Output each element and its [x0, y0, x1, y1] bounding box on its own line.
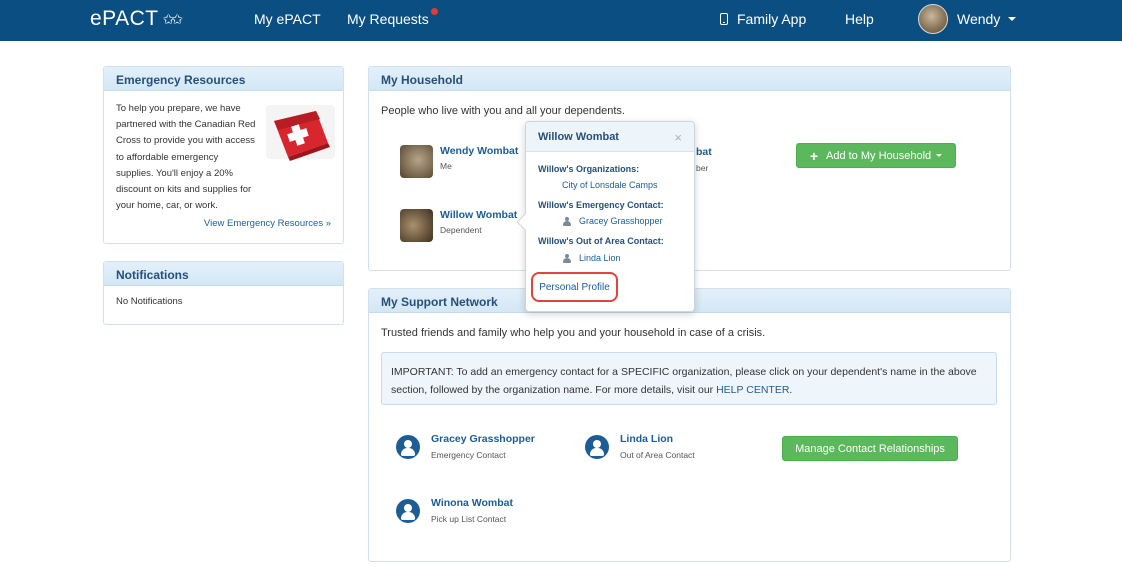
- stars-icon: ✩✩: [162, 10, 184, 27]
- out-of-area-contact-label: Willow's Out of Area Contact:: [538, 236, 664, 246]
- add-to-household-button[interactable]: + Add to My Household: [796, 143, 956, 168]
- out-of-area-contact-name: Linda Lion: [579, 253, 621, 263]
- contact-role: Out of Area Contact: [620, 450, 695, 460]
- avatar: [918, 4, 948, 34]
- contact-person-icon: [396, 435, 420, 459]
- first-aid-kit-icon: [266, 105, 335, 161]
- household-member[interactable]: Wendy Wombat Me: [400, 145, 518, 178]
- support-contact[interactable]: Winona Wombat Pick up List Contact: [396, 497, 513, 524]
- brand-text: ePACT: [90, 7, 159, 30]
- person-icon: [562, 216, 571, 226]
- contact-person-icon: [585, 435, 609, 459]
- organizations-label: Willow's Organizations:: [538, 164, 640, 174]
- organization-link[interactable]: City of Lonsdale Camps: [562, 180, 658, 190]
- contact-person-icon: [396, 499, 420, 523]
- notifications-title: Notifications: [104, 262, 343, 286]
- view-emergency-resources-link[interactable]: View Emergency Resources »: [204, 218, 331, 229]
- user-menu[interactable]: Wendy: [918, 4, 1017, 34]
- nav-my-requests-label: My Requests: [347, 11, 429, 27]
- support-contact[interactable]: Linda Lion Out of Area Contact: [585, 433, 695, 460]
- nav-help[interactable]: Help: [845, 11, 874, 27]
- member-photo: [400, 145, 433, 178]
- nav-my-epact[interactable]: My ePACT: [254, 11, 321, 27]
- hidden-member-name-fragment[interactable]: bat: [696, 146, 712, 158]
- chevron-down-icon: [936, 154, 943, 157]
- support-network-panel: My Support Network Trusted friends and f…: [368, 288, 1011, 562]
- contact-role: Pick up List Contact: [431, 514, 507, 524]
- household-description: People who live with you and all your de…: [381, 105, 625, 117]
- popover-title: Willow Wombat: [538, 131, 619, 143]
- notification-dot-icon: [430, 8, 438, 15]
- person-icon: [562, 253, 571, 263]
- add-to-household-label: Add to My Household: [826, 149, 932, 162]
- notice-text: IMPORTANT: To add an emergency contact f…: [391, 366, 977, 396]
- notifications-panel: Notifications No Notifications: [103, 261, 344, 325]
- nav-family-app[interactable]: Family App: [720, 11, 806, 27]
- nav-my-requests[interactable]: My Requests: [347, 8, 438, 27]
- member-role: Me: [440, 161, 452, 171]
- member-name[interactable]: Wendy Wombat: [440, 145, 518, 157]
- notifications-empty-text: No Notifications: [116, 296, 183, 307]
- personal-profile-link[interactable]: Personal Profile: [531, 272, 618, 302]
- mobile-phone-icon: [720, 13, 728, 25]
- help-center-link[interactable]: HELP CENTER: [716, 384, 789, 396]
- household-member[interactable]: Willow Wombat Dependent: [400, 209, 517, 242]
- epact-logo[interactable]: ePACT ✩✩: [90, 7, 184, 31]
- member-photo: [400, 209, 433, 242]
- emergency-contact-name: Gracey Grasshopper: [579, 216, 663, 226]
- chevron-down-icon: [1008, 17, 1017, 21]
- support-network-description: Trusted friends and family who help you …: [381, 327, 766, 339]
- my-household-title: My Household: [369, 67, 1010, 91]
- close-icon[interactable]: ×: [674, 130, 682, 145]
- hidden-member-role-fragment: ber: [696, 163, 709, 173]
- member-name[interactable]: Willow Wombat: [440, 209, 517, 221]
- contact-name[interactable]: Linda Lion: [620, 433, 695, 445]
- member-role: Dependent: [440, 225, 482, 235]
- out-of-area-contact-link[interactable]: Linda Lion: [562, 253, 621, 263]
- nav-family-app-label: Family App: [737, 11, 807, 27]
- contact-role: Emergency Contact: [431, 450, 506, 460]
- plus-icon: +: [809, 147, 818, 164]
- user-name: Wendy: [957, 11, 1001, 27]
- top-navbar: ePACT ✩✩ My ePACT My Requests Family App…: [0, 0, 1122, 41]
- emergency-contact-link[interactable]: Gracey Grasshopper: [562, 216, 663, 226]
- emergency-contact-label: Willow's Emergency Contact:: [538, 200, 664, 210]
- emergency-resources-text: To help you prepare, we have partnered w…: [116, 103, 256, 212]
- emergency-resources-title: Emergency Resources: [104, 67, 343, 91]
- manage-contact-relationships-button[interactable]: Manage Contact Relationships: [782, 436, 958, 461]
- contact-name[interactable]: Gracey Grasshopper: [431, 433, 535, 445]
- support-contact[interactable]: Gracey Grasshopper Emergency Contact: [396, 433, 535, 460]
- notice-end: .: [789, 384, 793, 396]
- emergency-resources-panel: Emergency Resources To help you prepare,…: [103, 66, 344, 244]
- important-notice: IMPORTANT: To add an emergency contact f…: [381, 352, 997, 405]
- contact-name[interactable]: Winona Wombat: [431, 497, 513, 509]
- willow-details-popover: Willow Wombat × Willow's Organizations: …: [516, 121, 695, 312]
- popover-header: Willow Wombat ×: [526, 122, 694, 152]
